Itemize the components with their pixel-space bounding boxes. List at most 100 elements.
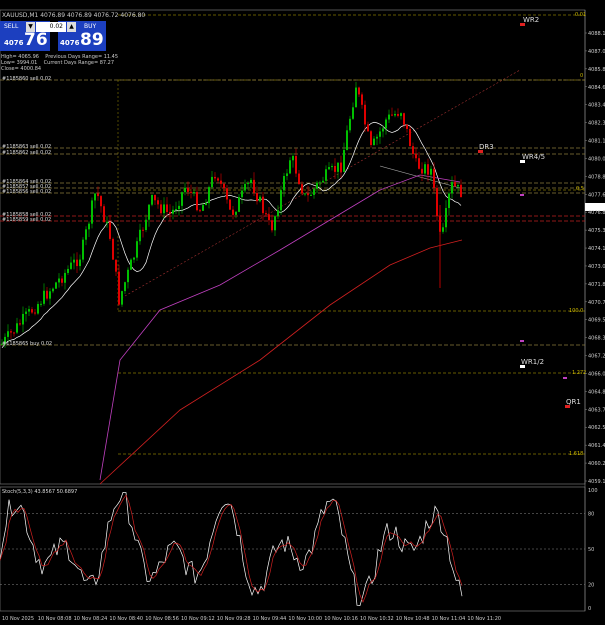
- price-tick-label: 4069.50: [588, 318, 605, 324]
- candle-body: [430, 168, 432, 175]
- candle-body: [175, 209, 177, 211]
- candle-body: [358, 87, 360, 95]
- candle-body: [214, 176, 216, 179]
- candle-body: [70, 262, 72, 269]
- price-tick-label: 4077.65: [588, 192, 605, 198]
- order-label: #1185862 sell 0.02: [2, 150, 51, 156]
- candle-body: [391, 114, 393, 116]
- price-tick-label: 4084.60: [588, 85, 605, 91]
- pivot-wr2: WR2: [523, 16, 539, 24]
- candle-body: [331, 165, 333, 168]
- time-tick-label: 10 Nov 11:20: [467, 616, 501, 622]
- candle-body: [202, 205, 204, 211]
- time-tick-label: 10 Nov 10:48: [396, 616, 430, 622]
- candle-body: [55, 282, 57, 289]
- candle-body: [307, 193, 309, 196]
- candle-body: [427, 164, 429, 175]
- candle-body: [37, 304, 39, 314]
- candle-body: [151, 194, 153, 205]
- candle-body: [187, 187, 189, 192]
- price-tick-label: 4064.85: [588, 389, 605, 395]
- candle-body: [64, 272, 66, 283]
- candle-body: [250, 179, 252, 184]
- price-tick-label: 4059.10: [588, 479, 605, 485]
- candle-body: [424, 164, 426, 174]
- candle-body: [262, 196, 264, 214]
- price-tick-label: 4066.00: [588, 371, 605, 377]
- candle-body: [31, 309, 33, 313]
- candle-body: [130, 259, 132, 270]
- candle-body: [160, 204, 162, 214]
- order-label: #1185860 sell 0.02: [2, 76, 51, 82]
- price-tick-label: 4071.85: [588, 282, 605, 288]
- candle-body: [28, 309, 30, 312]
- time-tick-label: 10 Nov 09:12: [181, 616, 215, 622]
- candle-body: [457, 184, 459, 187]
- chart-symbol-header: XAUUSD,M1 4076.89 4076.89 4076.72 4076.8…: [2, 12, 146, 19]
- candle-body: [319, 182, 321, 184]
- fib-label-top: 0.01: [575, 12, 586, 18]
- candle-body: [346, 130, 348, 150]
- candle-body: [139, 229, 141, 242]
- candle-body: [286, 173, 288, 176]
- fib-label-1272: 1.272: [572, 370, 586, 376]
- candle-body: [16, 323, 18, 333]
- candle-body: [367, 124, 369, 132]
- candle-body: [157, 200, 159, 205]
- candle-body: [436, 187, 438, 217]
- candle-body: [226, 188, 228, 200]
- candle-body: [385, 119, 387, 129]
- candle-body: [340, 162, 342, 172]
- candle-body: [352, 107, 354, 119]
- candle-body: [397, 113, 399, 116]
- fib-label-05: 0.5: [576, 186, 584, 192]
- pivot-qr1: QR1: [566, 398, 581, 406]
- candle-body: [295, 155, 297, 174]
- candle-body: [373, 138, 375, 146]
- candle-body: [412, 146, 414, 154]
- time-tick-label: 10 Nov 10:32: [360, 616, 394, 622]
- candle-body: [370, 131, 372, 146]
- price-axis: 4088.15 4087.00 4085.85 4084.60 4083.45 4082.…: [585, 31, 605, 485]
- candle-body: [421, 168, 423, 174]
- candle-body: [166, 204, 168, 212]
- candle-body: [409, 128, 411, 147]
- buy-price-prefix: 4076: [60, 39, 80, 47]
- stoch-title: Stoch(5,3,3) 43.8567 50.6897: [2, 489, 77, 495]
- candle-body: [310, 194, 312, 196]
- candle-body: [403, 113, 405, 125]
- candle-body: [196, 192, 198, 211]
- candle-body: [145, 219, 147, 231]
- trading-chart[interactable]: 0.01 0 0.5 100.0 1.272 1.618 WR2 DR3 WR4…: [0, 0, 605, 625]
- time-tick-label: 10 Nov 08:08: [38, 616, 72, 622]
- price-tick-label: 4073.00: [588, 264, 605, 270]
- candle-body: [364, 104, 366, 125]
- candle-body: [106, 221, 108, 223]
- candle-body: [163, 204, 165, 214]
- lot-size-input[interactable]: 0.02: [36, 22, 66, 32]
- candle-body: [109, 221, 111, 239]
- candle-body: [127, 269, 129, 283]
- candle-body: [208, 187, 210, 204]
- sell-label: SELL: [4, 23, 19, 30]
- candle-body: [217, 178, 219, 181]
- candle-body: [184, 187, 186, 193]
- candle-body: [235, 211, 237, 215]
- lot-increase-button[interactable]: ▲: [67, 22, 76, 32]
- candle-body: [154, 194, 156, 201]
- price-tick-label: 4088.15: [588, 31, 605, 37]
- candle-body: [94, 193, 96, 201]
- magenta-marker-1: [520, 194, 524, 196]
- candle-body: [277, 210, 279, 217]
- candle-body: [265, 213, 267, 215]
- candle-body: [274, 216, 276, 231]
- lot-decrease-button[interactable]: ▼: [26, 22, 35, 32]
- time-tick-label: 10 Nov 08:24: [74, 616, 108, 622]
- price-tick-label: 4067.20: [588, 354, 605, 360]
- price-tick-label: 4083.45: [588, 103, 605, 109]
- candle-body: [229, 199, 231, 210]
- candle-body: [124, 282, 126, 292]
- candle-body: [445, 208, 447, 228]
- candle-body: [13, 332, 15, 334]
- candle-body: [259, 196, 261, 202]
